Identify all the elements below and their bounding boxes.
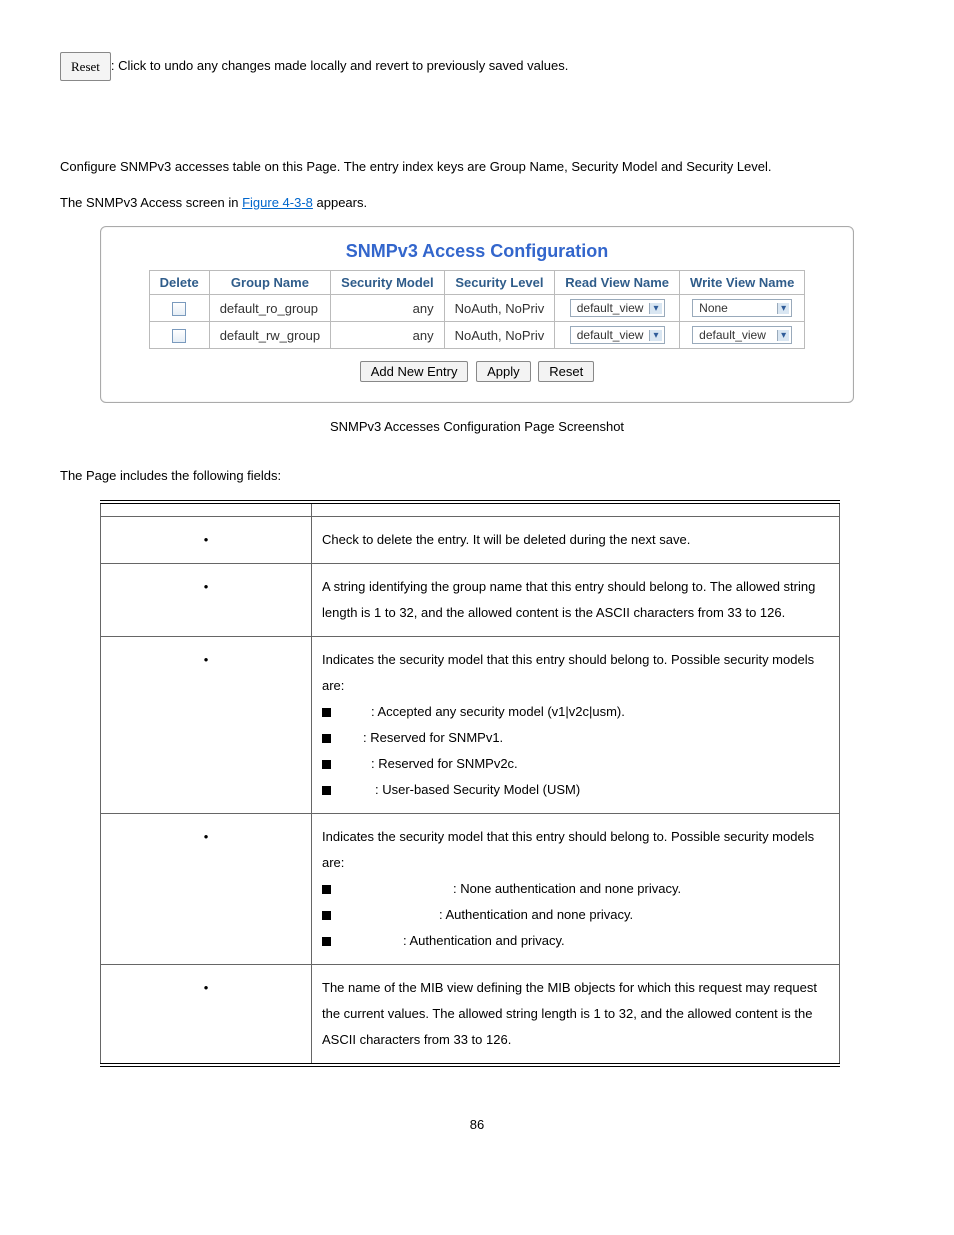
field-desc-intro: Indicates the security model that this e… [322, 647, 829, 699]
delete-checkbox[interactable] [172, 302, 186, 316]
field-desc: The name of the MIB view defining the MI… [312, 964, 840, 1065]
button-row: Add New Entry Apply Reset [115, 361, 839, 382]
fields-header-row [101, 502, 840, 517]
figure-link[interactable]: Figure 4-3-8 [242, 195, 313, 210]
field-row-group-name: • A string identifying the group name th… [101, 563, 840, 636]
screenshot-title: SNMPv3 Access Configuration [115, 241, 839, 262]
screenshot-caption: SNMPv3 Accesses Configuration Page Scree… [60, 419, 894, 434]
field-row-security-level: • Indicates the security model that this… [101, 813, 840, 964]
field-desc: Indicates the security model that this e… [312, 636, 840, 813]
reset-description-line: Reset: Click to undo any changes made lo… [60, 52, 894, 81]
field-row-delete: • Check to delete the entry. It will be … [101, 516, 840, 563]
field-desc: A string identifying the group name that… [312, 563, 840, 636]
list-item: : Authentication and privacy. [403, 933, 565, 948]
square-bullet-icon [322, 734, 331, 743]
chevron-down-icon: ▾ [649, 303, 661, 314]
chevron-down-icon: ▾ [777, 330, 789, 341]
field-row-read-view: • The name of the MIB view defining the … [101, 964, 840, 1065]
col-security-level: Security Level [444, 271, 555, 295]
list-item: : Authentication and none privacy. [439, 907, 633, 922]
intro-line-2: The SNMPv3 Access screen in Figure 4-3-8… [60, 191, 894, 214]
fields-intro: The Page includes the following fields: [60, 464, 894, 487]
square-bullet-icon [322, 760, 331, 769]
square-bullet-icon [322, 937, 331, 946]
chevron-down-icon: ▾ [649, 330, 661, 341]
reset-button[interactable]: Reset [538, 361, 594, 382]
intro-line-2b: appears. [313, 195, 367, 210]
read-view-select[interactable]: default_view▾ [570, 299, 665, 317]
list-item: : Reserved for SNMPv1. [363, 730, 503, 745]
screenshot-panel: SNMPv3 Access Configuration Delete Group… [100, 226, 854, 403]
write-view-select[interactable]: None▾ [692, 299, 792, 317]
cell-group-name: default_ro_group [209, 295, 330, 322]
cell-security-model: any [331, 295, 444, 322]
list-item: : None authentication and none privacy. [453, 881, 681, 896]
col-read-view: Read View Name [555, 271, 680, 295]
intro-line-1: Configure SNMPv3 accesses table on this … [60, 155, 894, 178]
table-row: default_ro_group any NoAuth, NoPriv defa… [149, 295, 805, 322]
cell-security-model: any [331, 322, 444, 349]
snmp-access-table: Delete Group Name Security Model Securit… [149, 270, 806, 349]
table-header-row: Delete Group Name Security Model Securit… [149, 271, 805, 295]
col-group-name: Group Name [209, 271, 330, 295]
delete-checkbox[interactable] [172, 329, 186, 343]
read-view-select[interactable]: default_view▾ [570, 326, 665, 344]
reset-desc-text: : Click to undo any changes made locally… [111, 58, 568, 73]
list-item: : Reserved for SNMPv2c. [371, 756, 518, 771]
reset-button-image: Reset [60, 52, 111, 81]
square-bullet-icon [322, 786, 331, 795]
write-view-select[interactable]: default_view▾ [692, 326, 792, 344]
square-bullet-icon [322, 708, 331, 717]
field-desc: Check to delete the entry. It will be de… [312, 516, 840, 563]
chevron-down-icon: ▾ [777, 303, 789, 314]
field-desc-intro: Indicates the security model that this e… [322, 824, 829, 876]
apply-button[interactable]: Apply [476, 361, 531, 382]
square-bullet-icon [322, 885, 331, 894]
list-item: : Accepted any security model (v1|v2c|us… [371, 704, 625, 719]
add-new-entry-button[interactable]: Add New Entry [360, 361, 469, 382]
intro-line-2a: The SNMPv3 Access screen in [60, 195, 242, 210]
cell-security-level: NoAuth, NoPriv [444, 295, 555, 322]
page-number: 86 [60, 1117, 894, 1132]
list-item: : User-based Security Model (USM) [375, 782, 580, 797]
square-bullet-icon [322, 911, 331, 920]
col-delete: Delete [149, 271, 209, 295]
field-row-security-model: • Indicates the security model that this… [101, 636, 840, 813]
fields-table: • Check to delete the entry. It will be … [100, 500, 840, 1067]
col-write-view: Write View Name [680, 271, 805, 295]
field-desc: Indicates the security model that this e… [312, 813, 840, 964]
col-security-model: Security Model [331, 271, 444, 295]
cell-security-level: NoAuth, NoPriv [444, 322, 555, 349]
cell-group-name: default_rw_group [209, 322, 330, 349]
table-row: default_rw_group any NoAuth, NoPriv defa… [149, 322, 805, 349]
